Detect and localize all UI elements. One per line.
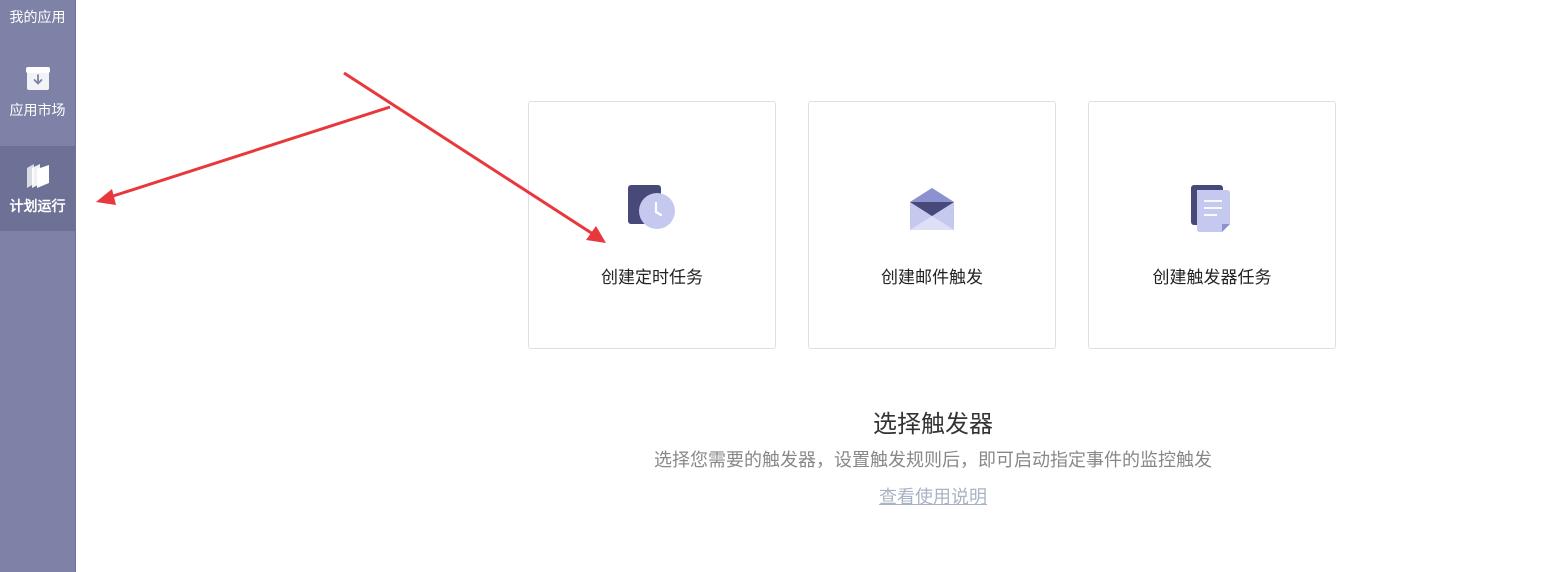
mail-icon	[910, 188, 954, 230]
create-mail-trigger-card[interactable]: 创建邮件触发	[808, 101, 1056, 349]
page-description: 选择您需要的触发器，设置触发规则后，即可启动指定事件的监控触发	[654, 450, 1212, 471]
create-scheduled-task-card[interactable]: 创建定时任务	[528, 101, 776, 349]
card-label: 创建触发器任务	[1152, 268, 1272, 288]
page-title: 选择触发器	[873, 410, 993, 438]
sidebar-item-app-market[interactable]: 应用市场	[0, 52, 75, 138]
help-link[interactable]: 查看使用说明	[528, 483, 1338, 509]
document-icon	[1191, 185, 1230, 232]
card-label: 创建邮件触发	[881, 268, 983, 288]
sidebar-item-label: 计划运行	[9, 199, 66, 215]
create-trigger-task-card[interactable]: 创建触发器任务	[1088, 101, 1336, 349]
download-box-icon	[25, 67, 50, 90]
sidebar-item-label: 我的应用	[9, 10, 66, 26]
stack-icon	[26, 164, 49, 188]
sidebar: 我的应用 应用市场 计划运行	[0, 0, 76, 572]
sidebar-item-my-apps[interactable]: 我的应用	[0, 0, 75, 48]
sidebar-item-scheduled-run[interactable]: 计划运行	[0, 146, 75, 231]
annotation-arrow	[109, 105, 391, 199]
clock-icon	[628, 185, 675, 229]
annotation-arrow-head	[96, 189, 116, 205]
sidebar-item-label: 应用市场	[9, 103, 66, 119]
card-label: 创建定时任务	[601, 268, 703, 288]
